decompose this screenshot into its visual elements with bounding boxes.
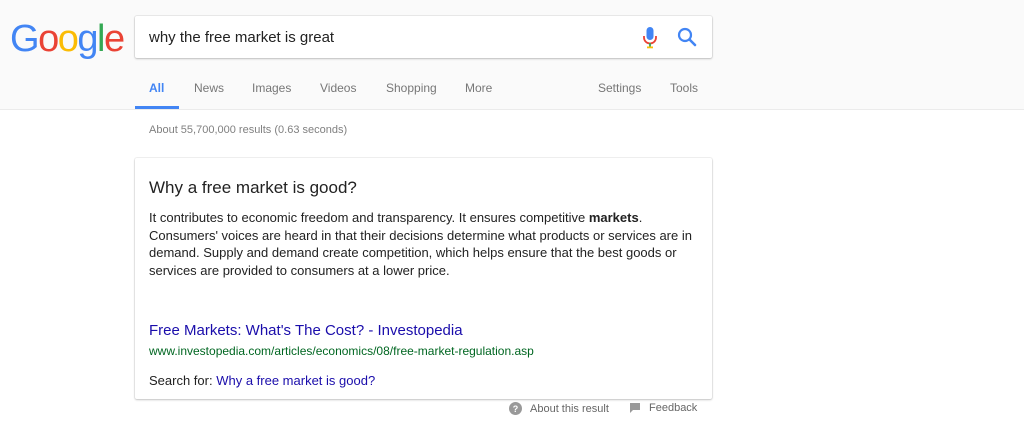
help-circle-icon: ?	[509, 402, 522, 415]
tab-videos[interactable]: Videos	[320, 81, 356, 95]
logo-letter: g	[77, 18, 98, 60]
search-input[interactable]	[149, 27, 629, 47]
snippet-result-link[interactable]: Free Markets: What's The Cost? - Investo…	[149, 322, 463, 339]
microphone-icon[interactable]	[642, 26, 658, 50]
about-this-result-label: About this result	[530, 402, 609, 415]
logo-letter: o	[38, 18, 59, 60]
feedback-label: Feedback	[649, 402, 698, 414]
tab-images[interactable]: Images	[252, 81, 291, 95]
tab-all[interactable]: All	[149, 81, 164, 95]
snippet-bold-term: markets	[588, 210, 639, 225]
logo-letter: o	[57, 18, 79, 60]
logo-letter: G	[10, 18, 40, 60]
svg-text:?: ?	[513, 404, 519, 414]
search-for-label: Search for:	[149, 373, 213, 388]
tab-settings[interactable]: Settings	[598, 81, 641, 95]
search-for-suggestion: Search for: Why a free market is good?	[149, 373, 375, 388]
tab-more[interactable]: More	[465, 81, 492, 95]
search-tabs: All News Images Videos Shopping More Set…	[0, 77, 1024, 110]
snippet-title: Why a free market is good?	[149, 178, 357, 197]
tab-shopping[interactable]: Shopping	[386, 81, 437, 95]
search-for-link[interactable]: Why a free market is good?	[216, 373, 375, 388]
logo-letter: l	[96, 18, 105, 60]
snippet-text: It contributes to economic freedom and t…	[149, 210, 589, 225]
search-icon[interactable]	[676, 26, 698, 48]
active-tab-indicator	[135, 106, 179, 109]
snippet-body: It contributes to economic freedom and t…	[149, 209, 694, 279]
header: Google All News Images Videos Shopping M…	[0, 0, 1024, 110]
result-stats: About 55,700,000 results (0.63 seconds)	[149, 124, 348, 136]
about-this-result-button[interactable]: ? About this result	[509, 402, 609, 415]
tab-news[interactable]: News	[194, 81, 224, 95]
snippet-url: www.investopedia.com/articles/economics/…	[149, 344, 534, 358]
feedback-flag-icon	[630, 403, 640, 413]
featured-snippet: Why a free market is good? It contribute…	[135, 158, 712, 399]
tab-tools[interactable]: Tools	[670, 81, 698, 95]
google-logo[interactable]: Google	[10, 17, 125, 61]
search-box	[135, 16, 712, 58]
logo-letter: e	[103, 18, 125, 60]
feedback-button[interactable]: Feedback	[629, 402, 697, 414]
